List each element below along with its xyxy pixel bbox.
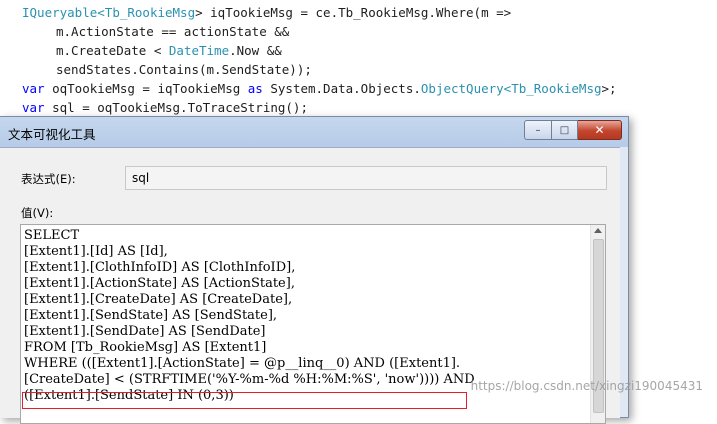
value-line: [Extent1].[ClothInfoID] AS [ClothInfoID]… bbox=[24, 260, 296, 275]
code-line: IQueryable<Tb_RookieMsg> iqTookieMsg = c… bbox=[22, 3, 511, 22]
code-token: sendStates.Contains(m.SendState)); bbox=[56, 62, 312, 77]
dialog-titlebar[interactable]: 文本可视化工具 – □ ✕ bbox=[0, 117, 628, 147]
value-line: [Extent1].[CreateDate] AS [CreateDate], bbox=[24, 292, 293, 307]
maximize-icon: □ bbox=[559, 124, 570, 136]
code-token: > iqTookieMsg = ce.Tb_RookieMsg.Where(m … bbox=[195, 5, 512, 20]
code-token: var bbox=[22, 81, 45, 96]
code-token: ObjectQuery< bbox=[420, 81, 512, 96]
code-token: >; bbox=[601, 81, 617, 96]
text-visualizer-dialog: 文本可视化工具 – □ ✕ 表达式(E): sql 值(V): SELECT [E… bbox=[0, 116, 629, 424]
value-line: [Extent1].[SendDate] AS [SendDate] bbox=[24, 324, 266, 339]
code-token: oqTookieMsg = iqTookieMsg bbox=[44, 81, 248, 96]
code-token: sql = oqTookieMsg.ToTraceString(); bbox=[44, 100, 308, 115]
value-line: [Extent1].[Id] AS [Id], bbox=[24, 244, 168, 259]
value-line: ([Extent1].[SendState] IN (0,3)) bbox=[24, 388, 234, 403]
minimize-button[interactable]: – bbox=[524, 120, 552, 140]
value-line: [CreateDate] < (STRFTIME('%Y-%m-%d %H:%M… bbox=[24, 372, 475, 387]
vertical-scrollbar[interactable] bbox=[590, 225, 605, 423]
minimize-icon: – bbox=[535, 124, 541, 136]
value-label: 值(V): bbox=[21, 206, 54, 220]
code-token: m.ActionState == actionState && bbox=[56, 24, 290, 39]
scroll-up-arrow-icon[interactable] bbox=[594, 228, 602, 233]
maximize-button[interactable]: □ bbox=[552, 120, 578, 140]
value-textbox[interactable]: SELECT [Extent1].[Id] AS [Id], [Extent1].[… bbox=[20, 224, 606, 424]
dialog-title: 文本可视化工具 bbox=[8, 127, 96, 142]
value-line: [Extent1].[SendState] AS [SendState], bbox=[24, 308, 278, 323]
code-editor[interactable]: IQueryable<Tb_RookieMsg> iqTookieMsg = c… bbox=[0, 0, 717, 125]
value-line: FROM [Tb_RookieMsg] AS [Extent1] bbox=[24, 340, 267, 355]
code-token: Tb_RookieMsg bbox=[511, 81, 602, 96]
code-token: DateTime bbox=[168, 43, 230, 58]
code-line: m.ActionState == actionState && bbox=[56, 22, 289, 41]
code-token: .Now && bbox=[229, 43, 282, 58]
code-token: Tb_RookieMsg bbox=[104, 5, 196, 20]
value-line: [Extent1].[ActionState] AS [ActionState]… bbox=[24, 276, 295, 291]
code-token: as bbox=[247, 81, 263, 96]
code-token: m.CreateDate < bbox=[56, 43, 169, 58]
close-icon: ✕ bbox=[594, 123, 605, 137]
code-line: var sql = oqTookieMsg.ToTraceString(); bbox=[22, 98, 308, 117]
expression-label: 表达式(E): bbox=[21, 172, 76, 186]
value-line: WHERE (([Extent1].[ActionState] = @p__li… bbox=[24, 356, 461, 371]
dialog-client-area: 表达式(E): sql 值(V): SELECT [Extent1].[Id] A… bbox=[0, 147, 620, 424]
close-button[interactable]: ✕ bbox=[578, 120, 622, 140]
code-token: var bbox=[22, 100, 45, 115]
code-token: IQueryable< bbox=[22, 5, 105, 20]
code-line: m.CreateDate < DateTime.Now && bbox=[56, 41, 282, 60]
code-token: System.Data.Objects. bbox=[262, 81, 421, 96]
window-controls: – □ ✕ bbox=[524, 120, 622, 140]
code-line: var oqTookieMsg = iqTookieMsg as System.… bbox=[22, 79, 617, 98]
code-line: sendStates.Contains(m.SendState)); bbox=[56, 60, 312, 79]
expression-field[interactable]: sql bbox=[125, 166, 607, 190]
watermark: https://blog.csdn.net/xingzi190045431 bbox=[470, 379, 703, 393]
value-line: SELECT bbox=[24, 228, 80, 243]
